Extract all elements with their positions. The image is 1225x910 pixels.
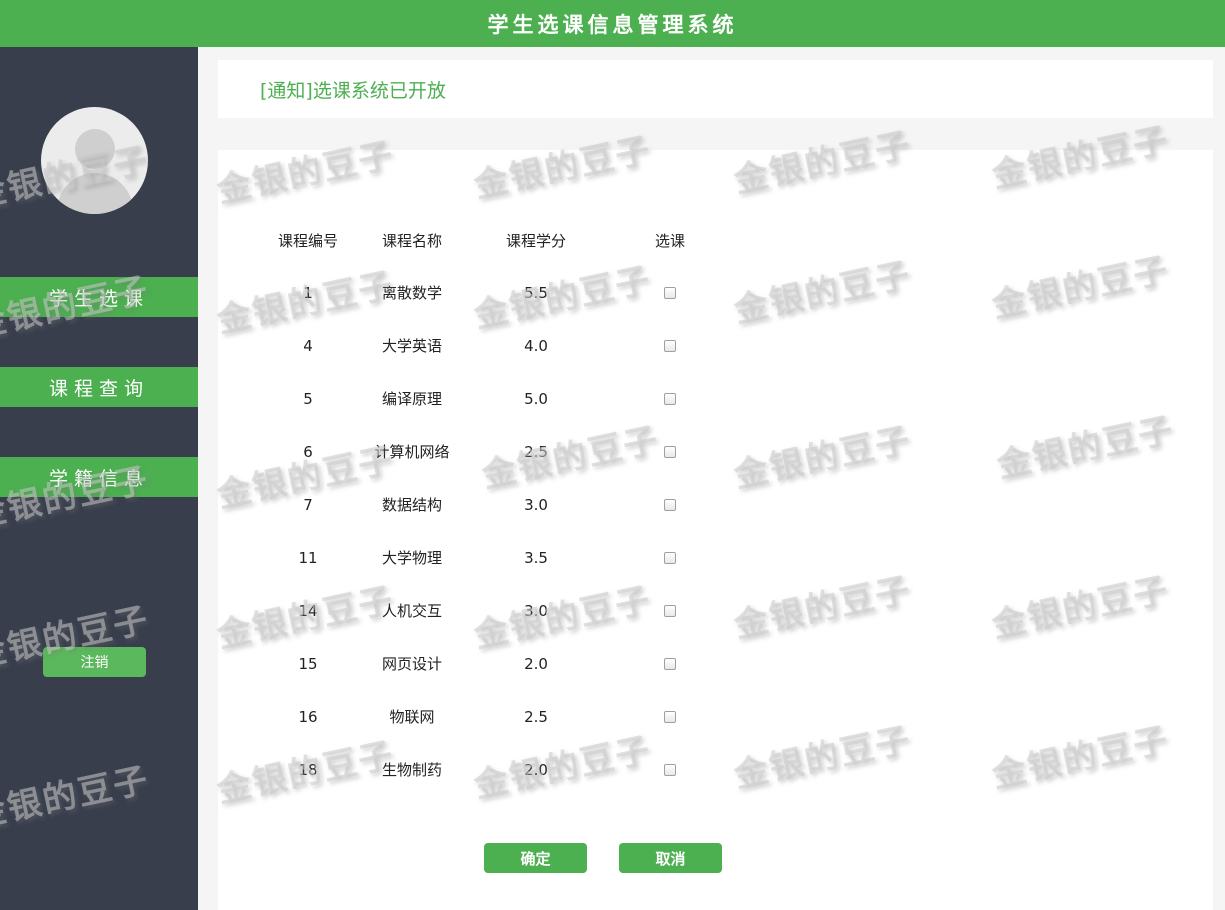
course-name-cell: 离散数学 [381, 284, 442, 302]
select-cell [608, 478, 732, 531]
course-name-cell: 人机交互 [381, 602, 442, 620]
select-cell [608, 637, 732, 690]
header-course-credit: 课程学分 [505, 231, 566, 250]
notice-bar: [通知]选课系统已开放 [218, 60, 1213, 118]
course-credit-cell: 2.0 [524, 654, 548, 673]
course-id-cell: 18 [298, 760, 318, 779]
table-row: 18 生物制药 2.0 [256, 743, 732, 796]
select-cell [608, 531, 732, 584]
course-panel: 课程编号 课程名称 课程学分 选课 1 离散数学 5.5 4 大学英语 4.0 5 编译原理 5… [218, 150, 1213, 910]
select-course-checkbox[interactable] [664, 552, 676, 564]
table-row: 16 物联网 2.5 [256, 690, 732, 743]
course-name-cell: 生物制药 [381, 761, 442, 779]
table-row: 5 编译原理 5.0 [256, 372, 732, 425]
course-id-cell: 15 [298, 654, 318, 673]
course-credit-cell: 3.0 [524, 601, 548, 620]
course-id-cell: 5 [303, 389, 313, 408]
select-cell [608, 584, 732, 637]
select-course-checkbox[interactable] [664, 446, 676, 458]
course-id-cell: 11 [298, 548, 318, 567]
select-course-checkbox[interactable] [664, 340, 676, 352]
course-credit-cell: 2.5 [524, 707, 548, 726]
header-bar: 学生选课信息管理系统 [0, 0, 1225, 47]
confirm-button[interactable]: 确定 [484, 843, 587, 873]
course-name-cell: 计算机网络 [374, 443, 450, 461]
course-id-cell: 1 [303, 283, 313, 302]
user-avatar-icon [41, 107, 148, 214]
nav-course-selection[interactable]: 学生选课 [0, 277, 198, 317]
course-name-cell: 编译原理 [381, 390, 442, 408]
table-row: 4 大学英语 4.0 [256, 319, 732, 372]
select-cell [608, 743, 732, 796]
course-id-cell: 7 [303, 495, 313, 514]
table-row: 11 大学物理 3.5 [256, 531, 732, 584]
course-name-cell: 大学物理 [381, 549, 442, 567]
course-credit-cell: 3.0 [524, 495, 548, 514]
select-course-checkbox[interactable] [664, 287, 676, 299]
course-id-cell: 4 [303, 336, 313, 355]
course-credit-cell: 2.0 [524, 760, 548, 779]
select-course-checkbox[interactable] [664, 764, 676, 776]
header-course-name: 课程名称 [381, 231, 442, 250]
course-id-cell: 16 [298, 707, 318, 726]
course-credit-cell: 5.5 [524, 283, 548, 302]
select-cell [608, 425, 732, 478]
course-name-cell: 数据结构 [381, 496, 442, 514]
cancel-button[interactable]: 取消 [619, 843, 722, 873]
course-credit-cell: 2.5 [524, 442, 548, 461]
nav-course-query[interactable]: 课程查询 [0, 367, 198, 407]
course-credit-cell: 4.0 [524, 336, 548, 355]
table-row: 1 离散数学 5.5 [256, 266, 732, 319]
table-row: 15 网页设计 2.0 [256, 637, 732, 690]
course-name-cell: 大学英语 [381, 337, 442, 355]
app-title: 学生选课信息管理系统 [487, 12, 738, 37]
sidebar: 学生选课 课程查询 学籍信息 注销 [0, 47, 198, 910]
select-course-checkbox[interactable] [664, 711, 676, 723]
course-name-cell: 网页设计 [381, 655, 442, 673]
table-row: 14 人机交互 3.0 [256, 584, 732, 637]
select-cell [608, 266, 732, 319]
nav-student-record[interactable]: 学籍信息 [0, 457, 198, 497]
select-course-checkbox[interactable] [664, 499, 676, 511]
notice-text: [通知]选课系统已开放 [260, 80, 446, 102]
table-row: 7 数据结构 3.0 [256, 478, 732, 531]
select-course-checkbox[interactable] [664, 605, 676, 617]
select-cell [608, 690, 732, 743]
course-name-cell: 物联网 [389, 708, 435, 726]
table-header-row: 课程编号 课程名称 课程学分 选课 [256, 214, 732, 266]
course-id-cell: 14 [298, 601, 318, 620]
course-table: 课程编号 课程名称 课程学分 选课 1 离散数学 5.5 4 大学英语 4.0 5 编译原理 5… [256, 214, 732, 796]
table-row: 6 计算机网络 2.5 [256, 425, 732, 478]
header-course-id: 课程编号 [277, 231, 338, 250]
course-id-cell: 6 [303, 442, 313, 461]
select-cell [608, 319, 732, 372]
header-select: 选课 [654, 231, 685, 250]
select-course-checkbox[interactable] [664, 393, 676, 405]
course-credit-cell: 5.0 [524, 389, 548, 408]
course-credit-cell: 3.5 [524, 548, 548, 567]
logout-button[interactable]: 注销 [43, 647, 146, 677]
select-cell [608, 372, 732, 425]
select-course-checkbox[interactable] [664, 658, 676, 670]
